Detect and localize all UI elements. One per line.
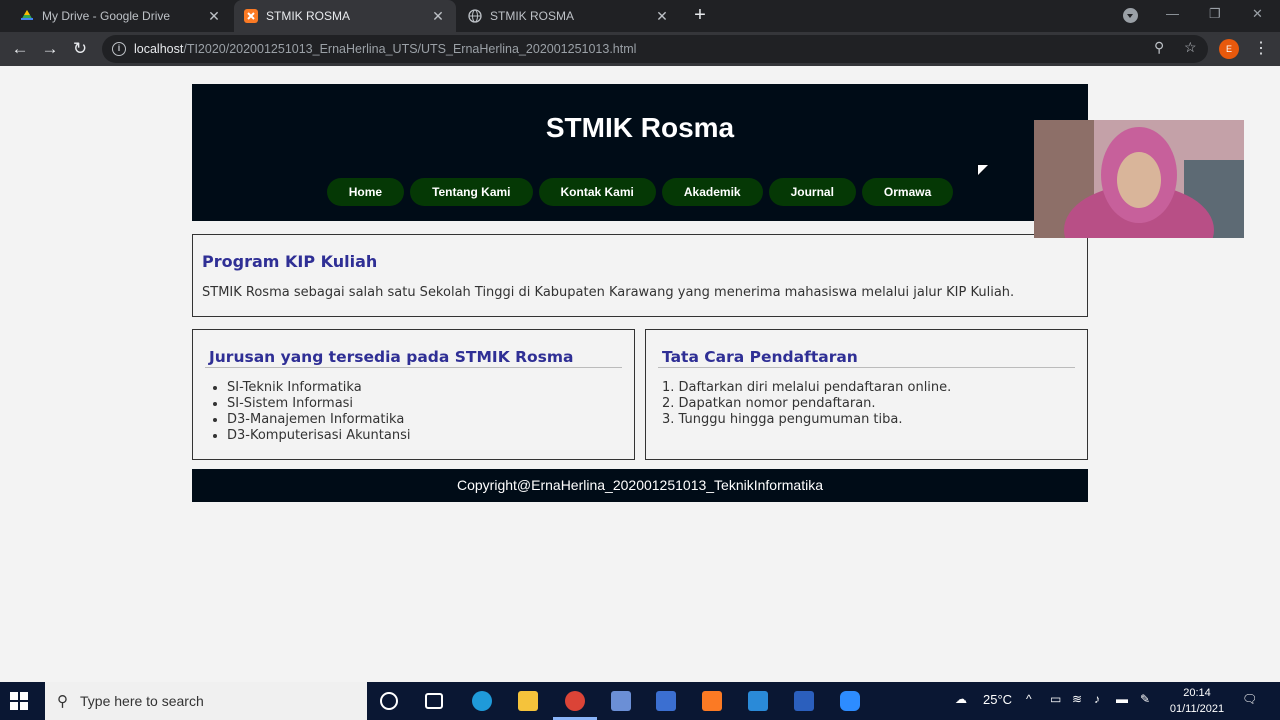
jurusan-heading: Jurusan yang tersedia pada STMIK Rosma [205, 348, 622, 368]
weather-icon[interactable]: ☁ [955, 692, 967, 706]
kip-section: Program KIP Kuliah STMIK Rosma sebagai s… [192, 234, 1088, 317]
close-tab-icon[interactable]: ✕ [654, 8, 670, 25]
visual-studio-icon[interactable] [656, 691, 676, 711]
nav-home[interactable]: Home [326, 178, 405, 206]
clock-time: 20:14 [1183, 687, 1211, 699]
cortana-icon[interactable] [380, 692, 398, 710]
tab-title: STMIK ROSMA [490, 9, 575, 23]
close-tab-icon[interactable]: ✕ [430, 8, 446, 25]
volume-icon[interactable]: ♪ [1094, 692, 1100, 706]
list-item: SI-Teknik Informatika [227, 380, 622, 396]
pendaftaran-heading: Tata Cara Pendaftaran [658, 348, 1075, 368]
pen-icon[interactable]: ✎ [1140, 692, 1150, 706]
site-header: STMIK Rosma Home Tentang Kami Kontak Kam… [192, 84, 1088, 221]
search-icon: ⚲ [57, 693, 68, 710]
zoom-app-icon[interactable] [840, 691, 860, 711]
forward-icon[interactable]: → [39, 38, 61, 60]
reload-icon[interactable]: ↻ [69, 38, 91, 60]
bookmark-star-icon[interactable]: ☆ [1184, 39, 1197, 56]
meet-now-icon[interactable]: ▭ [1050, 692, 1061, 706]
vscode-icon[interactable] [748, 691, 768, 711]
google-drive-icon [21, 10, 33, 20]
xampp-icon [244, 9, 258, 23]
tray-chevron-icon[interactable]: ^ [1026, 692, 1032, 706]
minimize-icon[interactable]: — [1166, 6, 1179, 21]
pendaftaran-section: Tata Cara Pendaftaran 1. Daftarkan diri … [645, 329, 1088, 460]
webcam-overlay [1034, 120, 1244, 238]
wifi-icon[interactable]: ≋ [1072, 692, 1082, 706]
virtualbox-icon[interactable] [611, 691, 631, 711]
list-item: SI-Sistem Informasi [227, 396, 622, 412]
kip-heading: Program KIP Kuliah [202, 252, 378, 271]
tab-google-drive[interactable]: My Drive - Google Drive ✕ [10, 0, 232, 32]
file-explorer-icon[interactable] [518, 691, 538, 711]
tab-title: STMIK ROSMA [266, 9, 351, 23]
notifications-icon[interactable]: 🗨 [1242, 692, 1257, 706]
info-icon[interactable]: i [112, 42, 126, 56]
taskbar-clock[interactable]: 20:14 01/11/2021 [1165, 685, 1229, 717]
address-bar[interactable]: i localhost/TI2020/202001251013_ErnaHerl… [102, 35, 1208, 63]
chrome-icon[interactable] [565, 691, 585, 711]
weather-temp[interactable]: 25°C [983, 692, 1012, 707]
mouse-cursor-icon [978, 165, 988, 175]
tab-stmik-rosma[interactable]: STMIK ROSMA ✕ [458, 0, 680, 32]
browser-toolbar: ← → ↻ i localhost/TI2020/202001251013_Er… [0, 32, 1280, 66]
jurusan-list: SI-Teknik Informatika SI-Sistem Informas… [205, 380, 622, 444]
close-tab-icon[interactable]: ✕ [206, 8, 222, 25]
site-footer: Copyright@ErnaHerlina_202001251013_Tekni… [192, 469, 1088, 502]
battery-icon[interactable]: ▬ [1116, 692, 1128, 706]
tab-strip: My Drive - Google Drive ✕ STMIK ROSMA ✕ … [0, 0, 1280, 32]
close-window-icon[interactable]: ✕ [1252, 6, 1263, 22]
webcam-video-image [1034, 120, 1244, 238]
word-icon[interactable] [794, 691, 814, 711]
jurusan-section: Jurusan yang tersedia pada STMIK Rosma S… [192, 329, 635, 460]
windows-taskbar: ⚲ Type here to search ☁ 25°C ^ ▭ ≋ ♪ ▬ ✎… [0, 682, 1280, 720]
kip-text: STMIK Rosma sebagai salah satu Sekolah T… [202, 285, 1015, 300]
list-item: D3-Manajemen Informatika [227, 412, 622, 428]
list-item: D3-Komputerisasi Akuntansi [227, 428, 622, 444]
site-title: STMIK Rosma [545, 112, 735, 143]
task-view-icon[interactable] [425, 693, 443, 709]
globe-icon [468, 9, 482, 23]
nav-akademik[interactable]: Akademik [661, 178, 763, 206]
windows-start-icon[interactable] [10, 692, 28, 710]
tab-search-icon[interactable] [1123, 8, 1138, 23]
menu-kebab-icon[interactable]: ⋮ [1253, 38, 1269, 58]
tab-title: My Drive - Google Drive [42, 9, 171, 23]
pendaftaran-steps: 1. Daftarkan diri melalui pendaftaran on… [658, 380, 1075, 428]
list-item: 3. Tunggu hingga pengumuman tiba. [662, 412, 903, 427]
tab-stmik-rosma-active[interactable]: STMIK ROSMA ✕ [234, 0, 456, 32]
new-tab-button[interactable]: + [690, 5, 710, 26]
taskbar-search-box[interactable]: ⚲ Type here to search [45, 682, 367, 720]
list-item: 1. Daftarkan diri melalui pendaftaran on… [662, 380, 952, 395]
zoom-icon[interactable]: ⚲ [1154, 39, 1164, 56]
search-placeholder: Type here to search [80, 693, 204, 709]
xampp-taskbar-icon[interactable] [702, 691, 722, 711]
profile-avatar[interactable]: E [1219, 39, 1239, 59]
list-item: 2. Dapatkan nomor pendaftaran. [662, 396, 876, 411]
url-text: localhost/TI2020/202001251013_ErnaHerlin… [134, 42, 637, 56]
restore-icon[interactable]: ❐ [1209, 6, 1221, 22]
back-icon[interactable]: ← [9, 38, 31, 60]
nav-tentang-kami[interactable]: Tentang Kami [410, 178, 533, 206]
edge-icon[interactable] [472, 691, 492, 711]
main-nav: Home Tentang Kami Kontak Kami Akademik J… [192, 178, 1088, 206]
clock-date: 01/11/2021 [1169, 703, 1225, 715]
nav-ormawa[interactable]: Ormawa [861, 178, 954, 206]
nav-kontak-kami[interactable]: Kontak Kami [538, 178, 656, 206]
nav-journal[interactable]: Journal [768, 178, 856, 206]
